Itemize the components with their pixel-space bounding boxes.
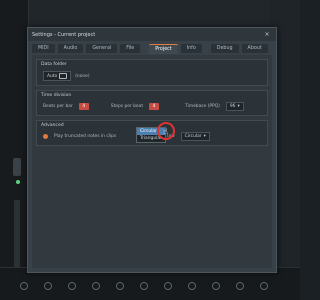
channel-dot[interactable] — [68, 282, 76, 290]
panning-law-dropdown[interactable]: Circular ▾ — [180, 132, 210, 141]
timebase-value: 96 — [229, 104, 236, 109]
tab-project[interactable]: Project — [149, 44, 178, 54]
mixer-led — [16, 180, 20, 184]
play-truncated-checkbox[interactable] — [43, 134, 48, 139]
channel-dot[interactable] — [140, 282, 148, 290]
tab-debug[interactable]: Debug — [210, 44, 239, 53]
play-truncated-label: Play truncated notes in clips — [54, 134, 117, 139]
data-folder-value: (none) — [75, 73, 90, 79]
tab-file[interactable]: File — [120, 44, 141, 53]
channel-dot[interactable] — [212, 282, 220, 290]
panning-law-value: Circular — [184, 134, 202, 139]
beats-per-bar-label: Beats per bar — [43, 104, 73, 109]
channel-dot[interactable] — [164, 282, 172, 290]
channel-dot[interactable] — [260, 282, 268, 290]
timebase-label: Timebase (PPQ) — [185, 104, 220, 109]
chevron-down-icon: ▾ — [237, 104, 240, 109]
channel-dot[interactable] — [20, 282, 28, 290]
steps-per-beat-stepper[interactable]: 4 — [149, 103, 160, 110]
tab-about[interactable]: About — [241, 44, 268, 53]
dialog-titlebar[interactable]: Settings - Current project × — [28, 28, 276, 41]
background-mixer-strip — [0, 0, 29, 300]
tab-midi[interactable]: MIDI — [32, 44, 55, 53]
data-folder-section: Data folder Auto (none) — [36, 59, 268, 86]
beats-per-bar-stepper[interactable]: 4 — [78, 103, 89, 110]
settings-dialog: Settings - Current project × MIDI Audio … — [27, 27, 277, 273]
tab-general[interactable]: General — [86, 44, 118, 53]
channel-dot[interactable] — [92, 282, 100, 290]
time-division-section: Time division Beats per bar 4 Steps per … — [36, 90, 268, 116]
pointer-highlight: ☝ — [157, 122, 175, 140]
mixer-knob[interactable] — [13, 158, 21, 176]
dialog-title: Settings - Current project — [32, 31, 96, 38]
project-settings-panel: Data folder Auto (none) Time division Be… — [32, 55, 272, 268]
steps-per-beat-label: Steps per beat — [110, 104, 144, 109]
tab-info[interactable]: Info — [180, 44, 202, 53]
channel-dot[interactable] — [236, 282, 244, 290]
close-icon[interactable]: × — [262, 31, 272, 38]
channel-dot[interactable] — [116, 282, 124, 290]
hand-cursor-icon: ☝ — [163, 127, 168, 136]
channel-dot[interactable] — [188, 282, 196, 290]
channel-dot[interactable] — [44, 282, 52, 290]
data-folder-auto-label: Auto — [47, 73, 58, 79]
data-folder-header: Data folder — [41, 62, 67, 67]
mixer-fader[interactable] — [14, 200, 20, 270]
folder-icon — [59, 73, 68, 79]
tab-audio[interactable]: Audio — [57, 44, 84, 53]
chevron-down-icon: ▾ — [203, 134, 206, 139]
timebase-dropdown[interactable]: 96 ▾ — [225, 102, 244, 111]
data-folder-auto-button[interactable]: Auto — [43, 71, 72, 81]
settings-tabs: MIDI Audio General File Project Info Deb… — [28, 41, 276, 54]
time-division-header: Time division — [41, 93, 72, 98]
